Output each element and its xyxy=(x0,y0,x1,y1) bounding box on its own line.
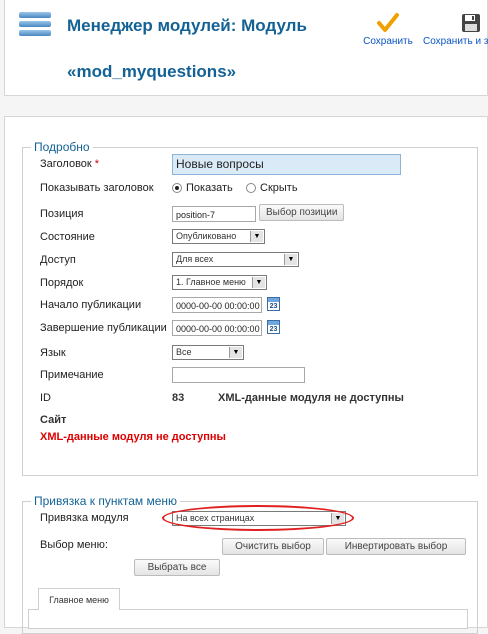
xml-info-text: XML-данные модуля не доступны xyxy=(218,392,404,404)
chevron-down-icon: ▼ xyxy=(250,231,263,242)
select-position-button[interactable]: Выбор позиции xyxy=(259,204,345,221)
title-input[interactable]: Новые вопросы xyxy=(172,154,401,175)
show-title-label: Показывать заголовок xyxy=(40,182,154,194)
site-label: Сайт xyxy=(40,414,67,426)
access-select-value: Для всех xyxy=(176,254,214,264)
menu-assignment-legend: Привязка к пунктам меню xyxy=(34,494,178,508)
menu-tab-content xyxy=(28,609,468,629)
show-option-label: Показать xyxy=(186,182,233,194)
note-label: Примечание xyxy=(40,369,104,381)
title-label: Заголовок * xyxy=(40,158,100,170)
xml-error-text: XML-данные модуля не доступны xyxy=(40,431,226,443)
access-label: Доступ xyxy=(40,254,76,266)
hide-option-label: Скрыть xyxy=(260,182,298,194)
order-select-value: 1. Главное меню xyxy=(176,277,246,287)
clear-selection-button[interactable]: Очистить выбор xyxy=(222,538,324,555)
language-select-value: Все xyxy=(176,347,192,357)
chevron-down-icon: ▼ xyxy=(331,513,344,524)
publish-down-input[interactable]: 0000-00-00 00:00:00 xyxy=(172,320,262,336)
page-title-line1: Менеджер модулей: Модуль xyxy=(67,16,307,35)
required-mark: * xyxy=(94,158,100,170)
module-assignment-select[interactable]: На всех страницах ▼ xyxy=(172,511,346,526)
publish-up-input[interactable]: 0000-00-00 00:00:00 xyxy=(172,297,262,313)
chevron-down-icon: ▼ xyxy=(284,254,297,265)
note-input[interactable] xyxy=(172,367,305,383)
select-all-button[interactable]: Выбрать все xyxy=(134,559,220,576)
access-select[interactable]: Для всех ▼ xyxy=(172,252,299,267)
calendar-icon[interactable]: 23 xyxy=(267,297,280,311)
module-assignment-label: Привязка модуля xyxy=(40,512,129,524)
save-button-label: Сохранить xyxy=(363,36,413,47)
id-value: 83 xyxy=(172,392,185,404)
order-label: Порядок xyxy=(40,277,84,289)
page-title-line2: «mod_myquestions» xyxy=(67,62,237,81)
details-legend: Подробно xyxy=(34,140,90,154)
menu-selection-label: Выбор меню: xyxy=(40,539,108,551)
state-label: Состояние xyxy=(40,231,95,243)
invert-selection-button[interactable]: Инвертировать выбор xyxy=(326,538,466,555)
show-title-radio-hide[interactable] xyxy=(246,183,256,193)
save-close-button-label: Сохранить и за xyxy=(423,36,488,47)
tab-main-menu[interactable]: Главное меню xyxy=(38,588,120,610)
save-close-button[interactable]: Сохранить и за xyxy=(423,10,488,47)
floppy-disk-icon xyxy=(462,14,480,32)
toolbar: Менеджер модулей: Модуль «mod_myquestion… xyxy=(4,0,488,96)
module-assignment-select-value: На всех страницах xyxy=(176,513,255,523)
checkmark-icon xyxy=(377,13,399,32)
language-label: Язык xyxy=(40,347,66,359)
chevron-down-icon: ▼ xyxy=(252,277,265,288)
order-select[interactable]: 1. Главное меню ▼ xyxy=(172,275,267,290)
publish-down-label: Завершение публикации xyxy=(40,322,167,334)
state-select[interactable]: Опубликовано ▼ xyxy=(172,229,265,244)
publish-up-label: Начало публикации xyxy=(40,299,142,311)
module-manager-icon xyxy=(19,12,51,42)
id-label: ID xyxy=(40,392,51,404)
language-select[interactable]: Все ▼ xyxy=(172,345,244,360)
state-select-value: Опубликовано xyxy=(176,231,237,241)
save-button[interactable]: Сохранить xyxy=(363,10,413,47)
chevron-down-icon: ▼ xyxy=(229,347,242,358)
position-label: Позиция xyxy=(40,208,84,220)
show-title-radio-show[interactable] xyxy=(172,183,182,193)
position-input[interactable]: position-7 xyxy=(172,206,256,222)
calendar-icon[interactable]: 23 xyxy=(267,320,280,334)
